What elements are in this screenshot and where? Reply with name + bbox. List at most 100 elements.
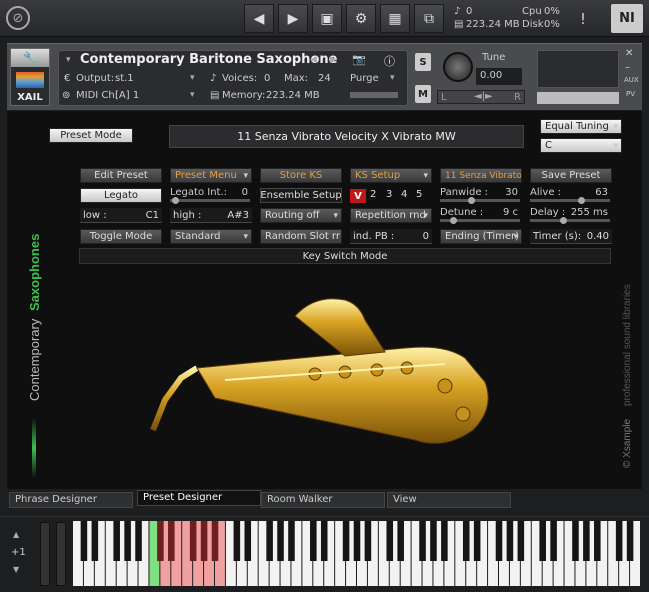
black-key[interactable]: [211, 521, 219, 561]
output-value[interactable]: st.1: [115, 73, 134, 84]
timer-field[interactable]: Timer (s): 0.40: [530, 229, 612, 244]
black-key[interactable]: [430, 521, 437, 561]
slot-2-button[interactable]: 2: [370, 189, 376, 200]
tab-view[interactable]: View: [387, 492, 511, 508]
detune-slider[interactable]: Detune : 9 c: [440, 207, 520, 224]
routing-dropdown[interactable]: Routing off: [260, 208, 342, 223]
black-key[interactable]: [244, 521, 252, 561]
black-key[interactable]: [80, 521, 88, 561]
slot-v-button[interactable]: V: [350, 189, 366, 203]
black-key[interactable]: [124, 521, 131, 561]
resize-icon[interactable]: ⧉: [414, 4, 444, 33]
black-key[interactable]: [364, 521, 372, 561]
slot-4-button[interactable]: 4: [401, 189, 407, 200]
max-value[interactable]: 24: [318, 73, 331, 84]
black-key[interactable]: [419, 521, 426, 561]
layout-icon[interactable]: ▦: [380, 4, 410, 33]
tab-room-walker[interactable]: Room Walker: [261, 492, 385, 508]
toggle-mode-button[interactable]: Toggle Mode: [80, 229, 162, 244]
black-key[interactable]: [91, 521, 99, 561]
slider-thumb[interactable]: [450, 217, 457, 224]
key-dropdown[interactable]: C: [540, 138, 622, 153]
alert-icon[interactable]: !: [580, 10, 586, 28]
info-icon[interactable]: ⓘ: [384, 53, 395, 69]
black-key[interactable]: [157, 521, 164, 561]
wrench-icon[interactable]: 🔧: [11, 49, 49, 67]
aux-button[interactable]: AUX: [624, 76, 639, 84]
next-icon[interactable]: ▶: [278, 4, 308, 33]
black-key[interactable]: [288, 521, 295, 561]
octave-down-icon[interactable]: ▼: [13, 565, 19, 574]
black-key[interactable]: [200, 521, 208, 561]
previous-icon[interactable]: ◀: [244, 4, 274, 33]
random-slot-button[interactable]: Random Slot rr ⚑: [260, 229, 342, 244]
standard-dropdown[interactable]: Standard: [170, 229, 252, 244]
ensemble-setup-button[interactable]: Ensemble Setup: [260, 188, 342, 203]
black-key[interactable]: [135, 521, 142, 561]
black-key[interactable]: [462, 521, 470, 561]
camera-icon[interactable]: 📷: [352, 53, 366, 66]
ks-setup-dropdown[interactable]: KS Setup: [350, 168, 432, 183]
black-key[interactable]: [594, 521, 601, 561]
ending-dropdown[interactable]: Ending (Timer): [440, 229, 522, 244]
kontakt-logo-icon[interactable]: ⊘: [6, 6, 30, 30]
pitch-wheel[interactable]: [40, 522, 50, 586]
tab-phrase-designer[interactable]: Phrase Designer: [9, 492, 133, 508]
black-key[interactable]: [473, 521, 481, 561]
black-key[interactable]: [615, 521, 623, 561]
black-key[interactable]: [539, 521, 546, 561]
alive-slider[interactable]: Alive : 63: [530, 187, 610, 204]
purge-dropdown-icon[interactable]: ▾: [390, 73, 395, 83]
black-key[interactable]: [277, 521, 284, 561]
close-icon[interactable]: ✕: [625, 48, 633, 59]
high-field[interactable]: high : A#3: [170, 208, 252, 223]
save-preset-button[interactable]: Save Preset: [530, 168, 612, 183]
ni-logo[interactable]: NI: [611, 4, 643, 33]
output-dropdown-icon[interactable]: ▾: [190, 73, 195, 83]
slider-thumb[interactable]: [468, 197, 475, 204]
mute-button[interactable]: M: [415, 85, 431, 103]
solo-button[interactable]: S: [415, 53, 431, 71]
black-key[interactable]: [517, 521, 525, 561]
legato-button[interactable]: Legato: [80, 188, 162, 203]
black-key[interactable]: [550, 521, 557, 561]
prev-instrument-icon[interactable]: ◀: [310, 55, 317, 65]
store-ks-button[interactable]: Store KS: [260, 168, 342, 183]
slider-thumb[interactable]: [560, 217, 567, 224]
collapse-icon[interactable]: ▾: [66, 55, 71, 65]
ind-pb-field[interactable]: ind. PB : 0: [350, 229, 432, 244]
black-key[interactable]: [310, 521, 317, 561]
midi-value[interactable]: [A] 1: [115, 90, 139, 101]
mod-wheel[interactable]: [56, 522, 66, 586]
slot-3-button[interactable]: 3: [386, 189, 392, 200]
black-key[interactable]: [386, 521, 394, 561]
black-key[interactable]: [233, 521, 241, 561]
purge-button[interactable]: Purge: [350, 73, 379, 84]
black-key[interactable]: [495, 521, 503, 561]
preset-mode-button[interactable]: Preset Mode: [49, 128, 133, 143]
repetition-dropdown[interactable]: Repetition rnd: [350, 208, 432, 223]
next-instrument-icon[interactable]: ▶: [330, 55, 337, 65]
black-key[interactable]: [168, 521, 175, 561]
black-key[interactable]: [397, 521, 404, 561]
preset-menu-dropdown[interactable]: Preset Menu: [170, 168, 252, 183]
midi-dropdown-icon[interactable]: ▾: [190, 90, 195, 100]
black-key[interactable]: [583, 521, 590, 561]
black-key[interactable]: [572, 521, 579, 561]
panwide-slider[interactable]: Panwide : 30: [440, 187, 520, 204]
tuning-dropdown[interactable]: Equal Tuning: [540, 119, 622, 134]
key-switch-mode-bar[interactable]: Key Switch Mode: [79, 248, 611, 264]
instrument-title[interactable]: Contemporary Baritone Saxophone: [80, 52, 337, 67]
piano-keyboard[interactable]: [73, 521, 641, 586]
save-icon[interactable]: ▣: [312, 4, 342, 33]
tab-preset-designer[interactable]: Preset Designer: [137, 490, 261, 506]
black-key[interactable]: [506, 521, 514, 561]
black-key[interactable]: [441, 521, 448, 561]
black-key[interactable]: [353, 521, 361, 561]
delay-slider[interactable]: Delay : 255 ms: [530, 207, 610, 224]
tune-knob[interactable]: [443, 52, 473, 82]
black-key[interactable]: [189, 521, 197, 561]
edit-preset-button[interactable]: Edit Preset: [80, 168, 162, 183]
slider-thumb[interactable]: [172, 197, 179, 204]
black-key[interactable]: [342, 521, 350, 561]
